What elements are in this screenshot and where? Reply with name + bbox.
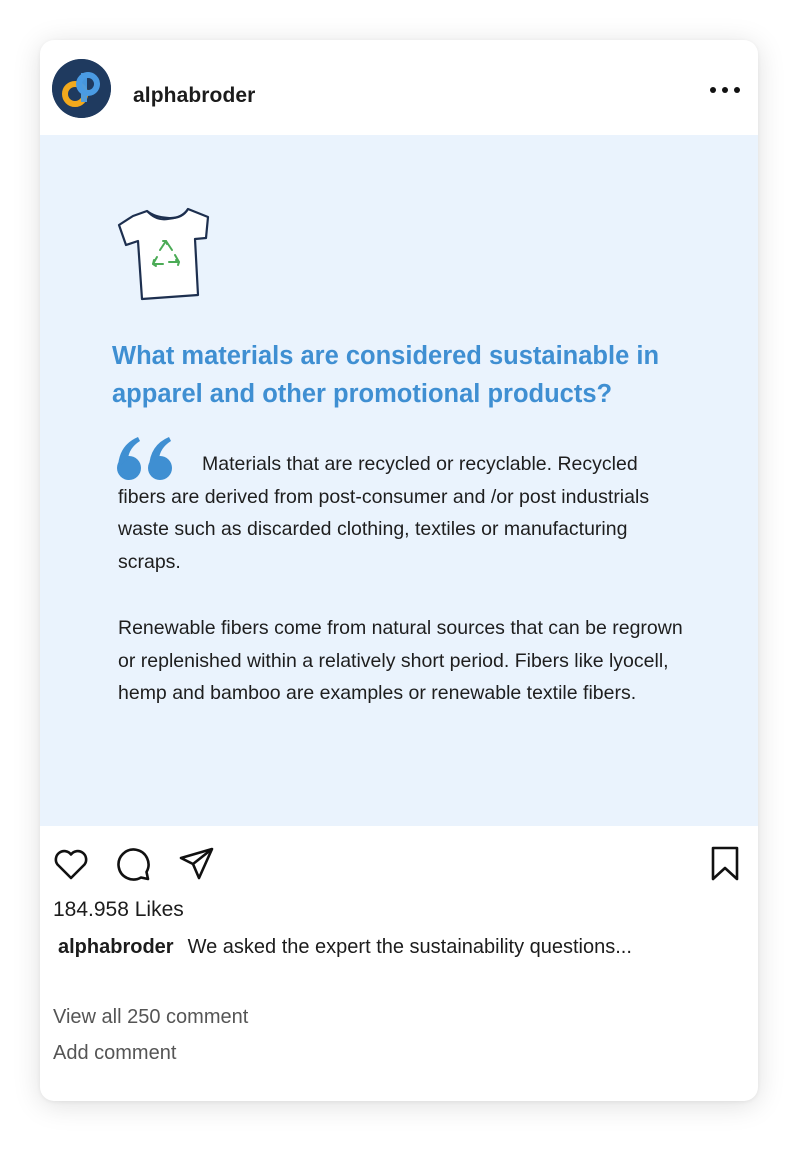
likes-count[interactable]: 184.958 Likes	[53, 898, 184, 922]
recycled-tshirt-icon	[117, 207, 210, 301]
heart-icon[interactable]	[52, 845, 90, 883]
more-dot	[722, 87, 728, 93]
post-paragraph-1: Materials that are recycled or recyclabl…	[118, 453, 650, 574]
more-dot	[710, 87, 716, 93]
action-bar	[40, 826, 758, 896]
post-header: alphabroder	[40, 40, 758, 135]
avatar[interactable]	[52, 59, 111, 118]
post-image[interactable]: What materials are considered sustainabl…	[40, 135, 758, 826]
instagram-post-card: alphabroder What materials are considere…	[40, 40, 758, 1101]
more-options-icon[interactable]	[710, 80, 740, 100]
alphabroder-logo-icon	[52, 59, 111, 118]
view-all-comments-link[interactable]: View all 250 comment	[53, 1006, 248, 1029]
send-icon[interactable]	[178, 845, 216, 883]
caption-text: We asked the expert the sustainability q…	[187, 936, 632, 958]
comment-icon[interactable]	[114, 845, 152, 883]
bookmark-icon[interactable]	[706, 845, 744, 883]
post-username[interactable]: alphabroder	[133, 84, 255, 108]
caption-username[interactable]: alphabroder	[58, 936, 174, 958]
post-paragraph-2: Renewable fibers come from natural sourc…	[118, 617, 683, 705]
more-dot	[734, 87, 740, 93]
post-caption: alphabroder We asked the expert the susta…	[58, 936, 738, 959]
add-comment-input[interactable]: Add comment	[53, 1042, 176, 1065]
post-question: What materials are considered sustainabl…	[112, 342, 660, 408]
